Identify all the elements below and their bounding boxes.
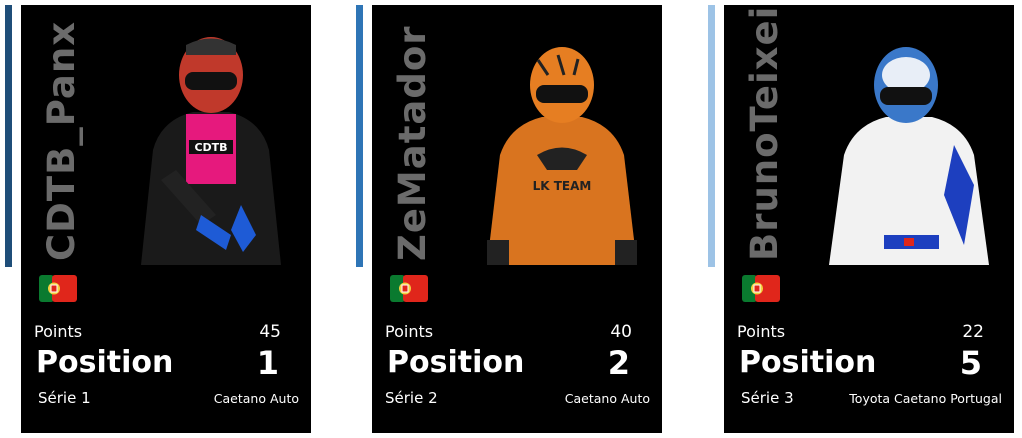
card-accent-stripe [5,5,12,267]
portugal-flag-icon [742,275,780,302]
points-value: 22 [962,322,984,342]
team-name: Caetano Auto [213,391,299,406]
points-label: Points [737,322,786,341]
portugal-flag-icon [390,275,428,302]
portugal-flag-icon [39,275,77,302]
points-label: Points [34,322,83,341]
position-label: Position [36,345,174,380]
svg-text:CDTB: CDTB [194,141,227,154]
position-label: Position [739,345,877,380]
driver-avatar: LK TEAM [487,47,637,265]
team-name: Toyota Caetano Portugal [849,391,1002,406]
position-value: 2 [607,344,630,382]
driver-name: BrunoTeixei [743,5,786,261]
driver-card: ZeMatador LK TEAM Points 40 Position 2 S… [372,5,662,433]
driver-name: ZeMatador [391,25,434,261]
position-label: Position [387,345,525,380]
driver-name: CDTB_Panx [40,20,83,261]
driver-card: BrunoTeixei Points 22 Position 5 Série 3… [724,5,1014,433]
card-accent-stripe [708,5,715,267]
points-label: Points [385,322,434,341]
driver-avatar [829,47,989,265]
points-value: 45 [259,322,281,342]
points-value: 40 [610,322,632,342]
svg-text:LK TEAM: LK TEAM [533,179,592,193]
series-label: Série 1 [38,389,91,407]
card-accent-stripe [356,5,363,267]
series-label: Série 2 [385,389,438,407]
series-label: Série 3 [741,389,794,407]
position-value: 5 [959,344,982,382]
team-name: Caetano Auto [564,391,650,406]
position-value: 1 [256,344,279,382]
driver-card: CDTB_Panx CDTB Points 45 Position 1 Séri… [21,5,311,433]
driver-avatar: CDTB [141,37,281,265]
